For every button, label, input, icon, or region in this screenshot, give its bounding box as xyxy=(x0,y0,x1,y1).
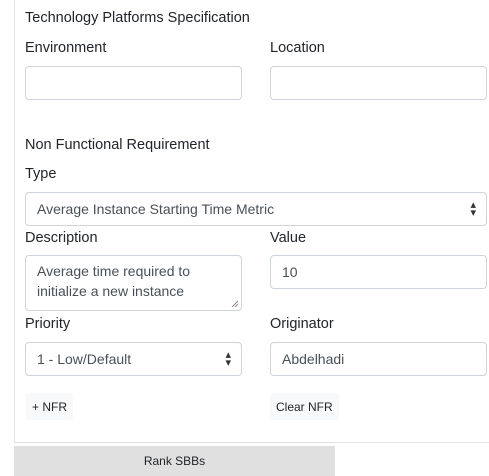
priority-label: Priority xyxy=(25,316,71,332)
originator-label: Originator xyxy=(270,316,334,332)
sort-arrows-icon: ▴ ▾ xyxy=(225,349,231,369)
nfr-heading: Non Functional Requirement xyxy=(25,137,210,153)
location-label: Location xyxy=(270,40,325,56)
section-title: Technology Platforms Specification xyxy=(25,10,250,26)
sort-arrows-icon: ▴ ▾ xyxy=(470,199,476,219)
environment-input[interactable] xyxy=(25,66,242,100)
description-label: Description xyxy=(25,230,98,246)
type-select-value: Average Instance Starting Time Metric xyxy=(37,201,275,217)
originator-input[interactable] xyxy=(270,342,487,376)
description-textarea[interactable]: Average time required to initialize a ne… xyxy=(25,255,242,311)
description-wrapper: Average time required to initialize a ne… xyxy=(25,255,242,311)
location-input[interactable] xyxy=(270,66,487,100)
priority-select-value: 1 - Low/Default xyxy=(37,351,132,367)
rank-sbbs-button[interactable]: Rank SBBs xyxy=(14,446,335,476)
value-label: Value xyxy=(270,230,307,246)
value-input[interactable] xyxy=(270,255,487,289)
type-label: Type xyxy=(25,166,57,182)
environment-label: Environment xyxy=(25,40,107,56)
resize-grip-icon[interactable] xyxy=(231,300,239,308)
clear-nfr-button[interactable]: Clear NFR xyxy=(270,393,339,420)
add-nfr-button[interactable]: + NFR xyxy=(26,393,74,420)
priority-select[interactable]: 1 - Low/Default ▴ ▾ xyxy=(25,342,242,376)
type-select[interactable]: Average Instance Starting Time Metric ▴ ▾ xyxy=(25,192,487,226)
